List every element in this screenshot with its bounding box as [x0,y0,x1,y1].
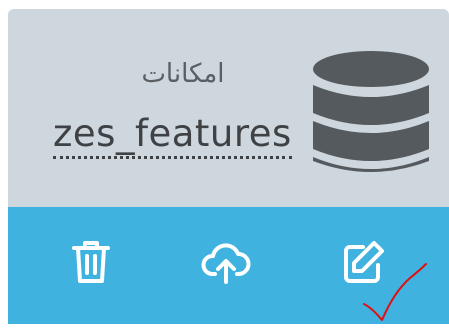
card-info-area: امکانات zes_features [8,9,449,207]
edit-button[interactable] [338,237,388,287]
feature-card: امکانات zes_features [8,9,449,324]
cloud-upload-icon [201,237,251,287]
delete-button[interactable] [66,237,116,287]
edit-icon [338,237,388,287]
upload-button[interactable] [201,237,251,287]
database-icon [311,49,431,179]
trash-icon [66,237,116,287]
feature-title-name: zes_features [53,112,292,159]
feature-title-arabic: امکانات [141,59,225,89]
card-actions-bar [8,207,449,324]
